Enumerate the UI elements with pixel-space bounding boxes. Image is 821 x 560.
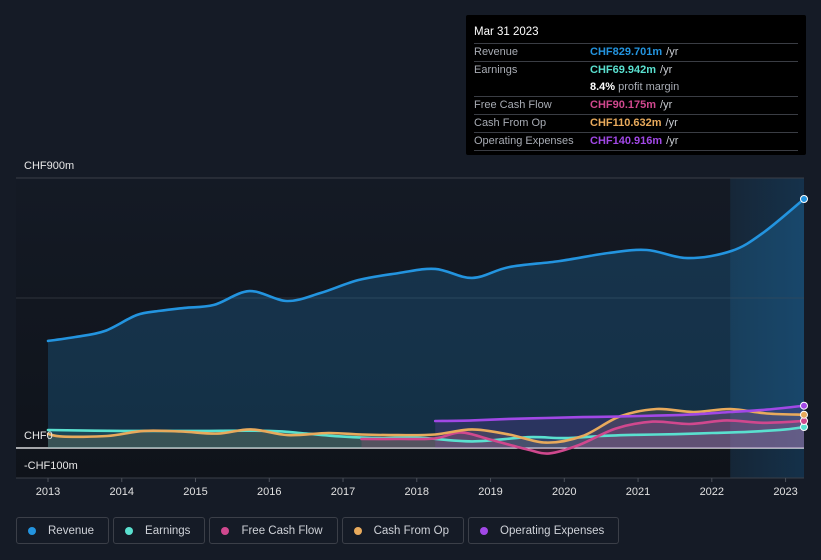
x-tick-label: 2019 bbox=[478, 486, 502, 498]
tooltip-row: Operating Expenses CHF140.916m/yr bbox=[474, 133, 798, 151]
tooltip-date: Mar 31 2023 bbox=[474, 23, 798, 44]
legend-dot-icon bbox=[221, 526, 230, 535]
legend-dot-icon bbox=[353, 526, 362, 535]
x-tick-label: 2022 bbox=[700, 486, 724, 498]
legend-label: Operating Expenses bbox=[500, 524, 605, 537]
tooltip-row-value: CHF90.175m bbox=[590, 99, 657, 111]
x-tick-label: 2017 bbox=[331, 486, 355, 498]
x-tick-label: 2018 bbox=[405, 486, 429, 498]
tooltip-row-value: CHF140.916m bbox=[590, 135, 663, 147]
tooltip-row-unit: /yr bbox=[660, 64, 673, 76]
legend-item-cash-from-op[interactable]: Cash From Op bbox=[341, 517, 465, 544]
tooltip-row-value: CHF110.632m bbox=[590, 117, 662, 129]
legend-item-revenue[interactable]: Revenue bbox=[16, 517, 110, 544]
y-tick-label-zero: CHF0 bbox=[24, 430, 53, 442]
tooltip-row-value: CHF69.942m bbox=[590, 64, 657, 76]
x-tick-label: 2021 bbox=[626, 486, 650, 498]
tooltip-row: 8.4% profit margin bbox=[474, 79, 798, 97]
tooltip-panel: Mar 31 2023 Revenue CHF829.701m/yr Earning… bbox=[466, 15, 806, 155]
legend: Revenue Earnings Free Cash Flow Cash From O… bbox=[16, 517, 620, 544]
tooltip-row-label: Revenue bbox=[474, 46, 519, 58]
tooltip-row: Earnings CHF69.942m/yr bbox=[474, 62, 798, 79]
y-tick-label-top: CHF900m bbox=[24, 160, 75, 172]
legend-label: Cash From Op bbox=[373, 524, 450, 537]
profit-margin-value: 8.4% bbox=[590, 81, 616, 93]
cash-from-op-end-marker bbox=[800, 410, 808, 419]
x-tick-label: 2023 bbox=[773, 486, 797, 498]
x-tick-label: 2013 bbox=[36, 486, 60, 498]
tooltip-row: Revenue CHF829.701m/yr bbox=[474, 44, 798, 62]
x-tick-label: 2020 bbox=[552, 486, 576, 498]
legend-item-operating-expenses[interactable]: Operating Expenses bbox=[468, 517, 620, 544]
tooltip-row-unit: /yr bbox=[665, 117, 678, 129]
tooltip-row-unit: /yr bbox=[660, 99, 673, 111]
legend-dot-icon bbox=[125, 526, 134, 535]
legend-label: Free Cash Flow bbox=[241, 524, 323, 537]
legend-item-earnings[interactable]: Earnings bbox=[113, 517, 206, 544]
tooltip-row: Free Cash Flow CHF90.175m/yr bbox=[474, 97, 798, 115]
legend-label: Earnings bbox=[145, 524, 191, 537]
x-tick-label: 2015 bbox=[183, 486, 207, 498]
tooltip-row-unit: /yr bbox=[666, 46, 679, 58]
tooltip-row-value: CHF829.701m bbox=[590, 46, 663, 58]
tooltip-row-label: Free Cash Flow bbox=[474, 99, 552, 111]
tooltip-row-unit: /yr bbox=[666, 135, 679, 147]
legend-dot-icon bbox=[28, 526, 36, 535]
legend-label: Revenue bbox=[48, 524, 95, 537]
operating-expenses-end-marker bbox=[800, 401, 808, 410]
tooltip-row-label: Cash From Op bbox=[474, 117, 547, 129]
tooltip-row-label bbox=[474, 79, 590, 96]
tooltip-row: Cash From Op CHF110.632m/yr bbox=[474, 115, 798, 133]
tooltip-row-label: Earnings bbox=[474, 64, 518, 76]
legend-dot-icon bbox=[480, 526, 489, 535]
x-tick-label: 2014 bbox=[110, 486, 134, 498]
tooltip-row-label: Operating Expenses bbox=[474, 135, 574, 147]
x-tick-label: 2016 bbox=[257, 486, 281, 498]
legend-item-free-cash-flow[interactable]: Free Cash Flow bbox=[209, 517, 338, 544]
profit-margin-text: profit margin bbox=[618, 81, 680, 93]
y-tick-label-bottom: -CHF100m bbox=[24, 460, 78, 472]
revenue-end-marker bbox=[800, 195, 808, 203]
